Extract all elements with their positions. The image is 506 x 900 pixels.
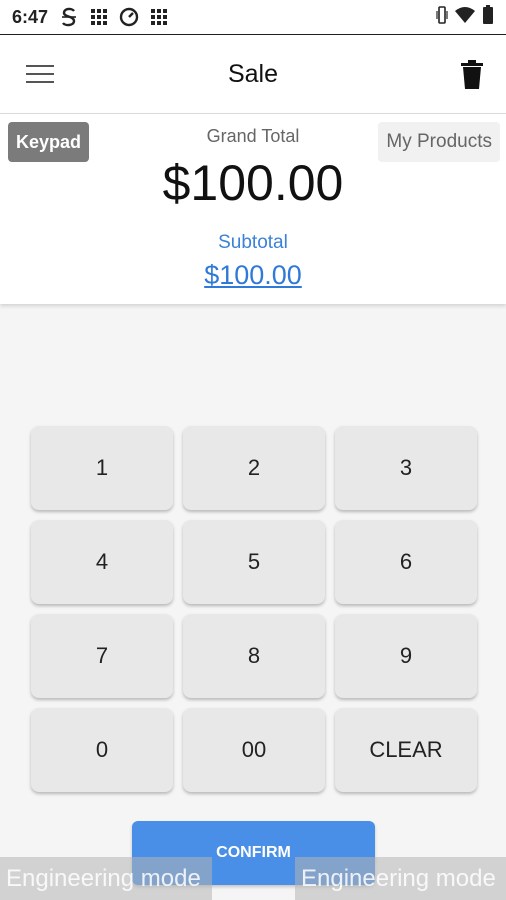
key-1[interactable]: 1 [31,426,173,510]
grand-total-value: $100.00 [162,155,344,211]
vibrate-icon [436,5,448,30]
status-right-icons [436,4,494,30]
page-title: Sale [227,59,279,88]
battery-icon [482,4,494,30]
status-time: 6:47 [12,6,49,27]
status-bar: 6:47 [0,0,506,34]
wifi-icon [454,6,476,29]
grid-icon [148,6,170,28]
totals-panel: Keypad My Products Grand Total $100.00 S… [0,114,506,304]
grand-total-label: Grand Total [206,126,300,146]
grid-icon [88,6,110,28]
s-icon [58,6,80,28]
key-4[interactable]: 4 [31,520,173,604]
key-0[interactable]: 0 [31,708,173,792]
key-8[interactable]: 8 [183,614,325,698]
key-2[interactable]: 2 [183,426,325,510]
gauge-icon [118,6,140,28]
keypad-grid: 1 2 3 4 5 6 7 8 9 0 00 CLEAR [31,426,477,792]
key-7[interactable]: 7 [31,614,173,698]
engineering-mode-watermark: Engineering mode [295,857,506,900]
app-bar: Sale [0,34,506,114]
key-3[interactable]: 3 [335,426,477,510]
trash-icon[interactable] [460,60,484,90]
subtotal-row: $100.00 [0,260,506,291]
key-00[interactable]: 00 [183,708,325,792]
subtotal-link[interactable]: $100.00 [204,260,302,290]
subtotal-label: Subtotal [218,232,288,253]
engineering-mode-watermark: Engineering mode [0,857,212,900]
menu-icon[interactable] [26,65,54,87]
key-5[interactable]: 5 [183,520,325,604]
key-9[interactable]: 9 [335,614,477,698]
clear-button[interactable]: CLEAR [335,708,477,792]
key-6[interactable]: 6 [335,520,477,604]
